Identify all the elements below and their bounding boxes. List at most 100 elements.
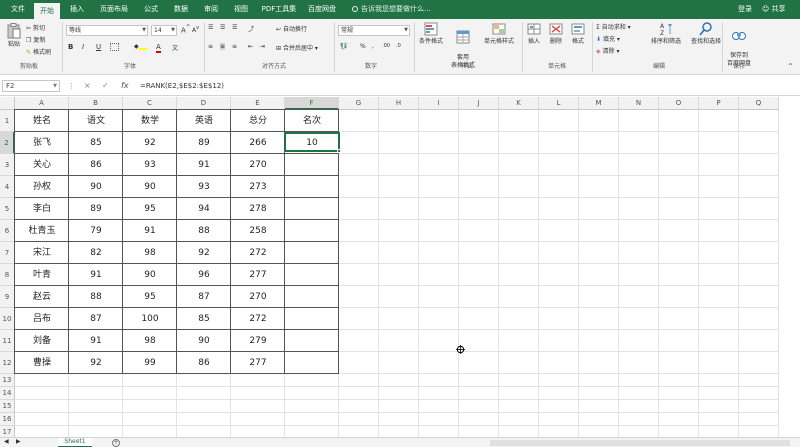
table-cell[interactable]: 272 (231, 308, 285, 330)
name-box[interactable]: F2 ▼ (2, 80, 60, 92)
table-cell[interactable]: 92 (123, 132, 177, 154)
row-header-3[interactable]: 3 (0, 154, 15, 176)
tab-pdf-tools[interactable]: PDF工具集 (258, 0, 300, 19)
table-header-cell[interactable]: 数学 (123, 110, 177, 132)
tab-baidu-netdisk[interactable]: 百度网盘 (304, 0, 340, 19)
add-sheet-icon[interactable]: + (112, 439, 120, 447)
row-header-17[interactable]: 17 (0, 426, 15, 437)
borders-button[interactable] (110, 43, 119, 51)
table-cell[interactable]: 94 (177, 198, 231, 220)
sort-filter-button[interactable]: AZ 排序和筛选 (646, 22, 686, 46)
insert-cells-button[interactable]: 插入 (524, 22, 544, 46)
row-header-15[interactable]: 15 (0, 400, 15, 413)
align-center-button[interactable]: ≡ (220, 43, 226, 50)
number-format-select[interactable]: 常规 ▼ (338, 25, 410, 36)
fill-color-button[interactable]: ◆ (134, 43, 147, 50)
increase-indent-button[interactable]: ⇥ (260, 43, 265, 50)
column-header-l[interactable]: L (539, 97, 579, 110)
table-cell[interactable]: 278 (231, 198, 285, 220)
table-cell[interactable]: 277 (231, 352, 285, 374)
tab-data[interactable]: 数据 (168, 0, 194, 19)
fill-button[interactable]: ⬇ 填充 ▾ (596, 34, 620, 43)
fill-handle[interactable] (337, 149, 341, 153)
table-cell[interactable]: 孙权 (15, 176, 69, 198)
table-cell[interactable]: 赵云 (15, 286, 69, 308)
table-cell[interactable]: 91 (69, 264, 123, 286)
table-cell[interactable]: 85 (177, 308, 231, 330)
underline-button[interactable]: U (96, 43, 101, 51)
table-cell[interactable]: 87 (177, 286, 231, 308)
table-cell[interactable]: 270 (231, 286, 285, 308)
table-cell[interactable]: 93 (177, 176, 231, 198)
table-cell[interactable]: 99 (123, 352, 177, 374)
table-cell[interactable]: 91 (177, 154, 231, 176)
align-right-button[interactable]: ≡ (232, 43, 237, 50)
table-header-cell[interactable]: 语文 (69, 110, 123, 132)
collapse-ribbon-icon[interactable]: ^ (788, 63, 793, 70)
table-cell[interactable]: 96 (177, 264, 231, 286)
table-cell[interactable]: 91 (69, 330, 123, 352)
table-cell[interactable]: 277 (231, 264, 285, 286)
table-cell[interactable]: 279 (231, 330, 285, 352)
table-cell[interactable]: 92 (69, 352, 123, 374)
table-cell[interactable]: 258 (231, 220, 285, 242)
row-header-5[interactable]: 5 (0, 198, 15, 220)
table-cell[interactable]: 270 (231, 154, 285, 176)
column-header-q[interactable]: Q (739, 97, 779, 110)
tab-file[interactable]: 文件 (4, 0, 32, 19)
table-header-cell[interactable]: 英语 (177, 110, 231, 132)
row-header-13[interactable]: 13 (0, 374, 15, 387)
find-select-button[interactable]: 查找和选择 (686, 22, 726, 46)
table-cell[interactable]: 宋江 (15, 242, 69, 264)
cell-styles-button[interactable]: 单元格样式 (480, 22, 518, 46)
table-cell[interactable]: 86 (69, 154, 123, 176)
next-sheet-icon[interactable]: ▶ (16, 438, 21, 445)
format-cells-button[interactable]: 格式 (568, 22, 588, 46)
phonetic-button[interactable]: 文 (172, 43, 178, 52)
table-header-cell[interactable]: 名次 (285, 110, 339, 132)
prev-sheet-icon[interactable]: ◀ (4, 438, 9, 445)
table-cell[interactable]: 85 (69, 132, 123, 154)
table-cell[interactable]: 90 (123, 264, 177, 286)
percent-button[interactable]: % (360, 43, 366, 50)
increase-decimal-button[interactable]: .00 (382, 43, 390, 49)
table-cell[interactable]: 88 (177, 220, 231, 242)
column-header-j[interactable]: J (459, 97, 499, 110)
table-header-cell[interactable]: 姓名 (15, 110, 69, 132)
sheet-tab-sheet1[interactable]: Sheet1 (58, 438, 92, 447)
column-header-h[interactable]: H (379, 97, 419, 110)
table-cell[interactable]: 吕布 (15, 308, 69, 330)
row-header-4[interactable]: 4 (0, 176, 15, 198)
align-left-button[interactable]: ≡ (208, 43, 213, 50)
format-painter-button[interactable]: ✎ 格式刷 (26, 47, 51, 56)
table-cell[interactable]: 93 (123, 154, 177, 176)
tab-review[interactable]: 审阅 (198, 0, 224, 19)
cut-button[interactable]: ✂ 剪切 (26, 23, 45, 32)
table-cell[interactable]: 杜青玉 (15, 220, 69, 242)
column-header-k[interactable]: K (499, 97, 539, 110)
table-cell[interactable]: 98 (123, 330, 177, 352)
login-link[interactable]: 登录 (738, 0, 752, 19)
table-header-cell[interactable]: 总分 (231, 110, 285, 132)
comma-button[interactable]: , (372, 43, 374, 50)
decrease-indent-button[interactable]: ⇤ (248, 43, 253, 50)
table-cell[interactable]: 89 (177, 132, 231, 154)
clear-button[interactable]: ◈ 清除 ▾ (596, 46, 619, 55)
formula-input[interactable]: =RANK(E2,$E$2:$E$12) (140, 79, 224, 93)
font-color-button[interactable]: A (156, 43, 161, 53)
table-cell[interactable]: 95 (123, 286, 177, 308)
table-cell[interactable]: 89 (69, 198, 123, 220)
row-header-2[interactable]: 2 (0, 132, 15, 154)
table-cell[interactable]: 92 (177, 242, 231, 264)
font-size-select[interactable]: 14 ▼ (151, 25, 177, 36)
accounting-format-button[interactable]: 💱 (340, 43, 347, 50)
bold-button[interactable]: B (68, 43, 73, 51)
font-name-select[interactable]: 等线 ▼ (66, 25, 148, 36)
column-header-m[interactable]: M (579, 97, 619, 110)
align-middle-button[interactable]: ☰ (220, 24, 225, 31)
table-cell[interactable]: 90 (123, 176, 177, 198)
table-cell[interactable]: 95 (123, 198, 177, 220)
table-cell[interactable]: 曹操 (15, 352, 69, 374)
table-cell[interactable]: 82 (69, 242, 123, 264)
row-header-8[interactable]: 8 (0, 264, 15, 286)
